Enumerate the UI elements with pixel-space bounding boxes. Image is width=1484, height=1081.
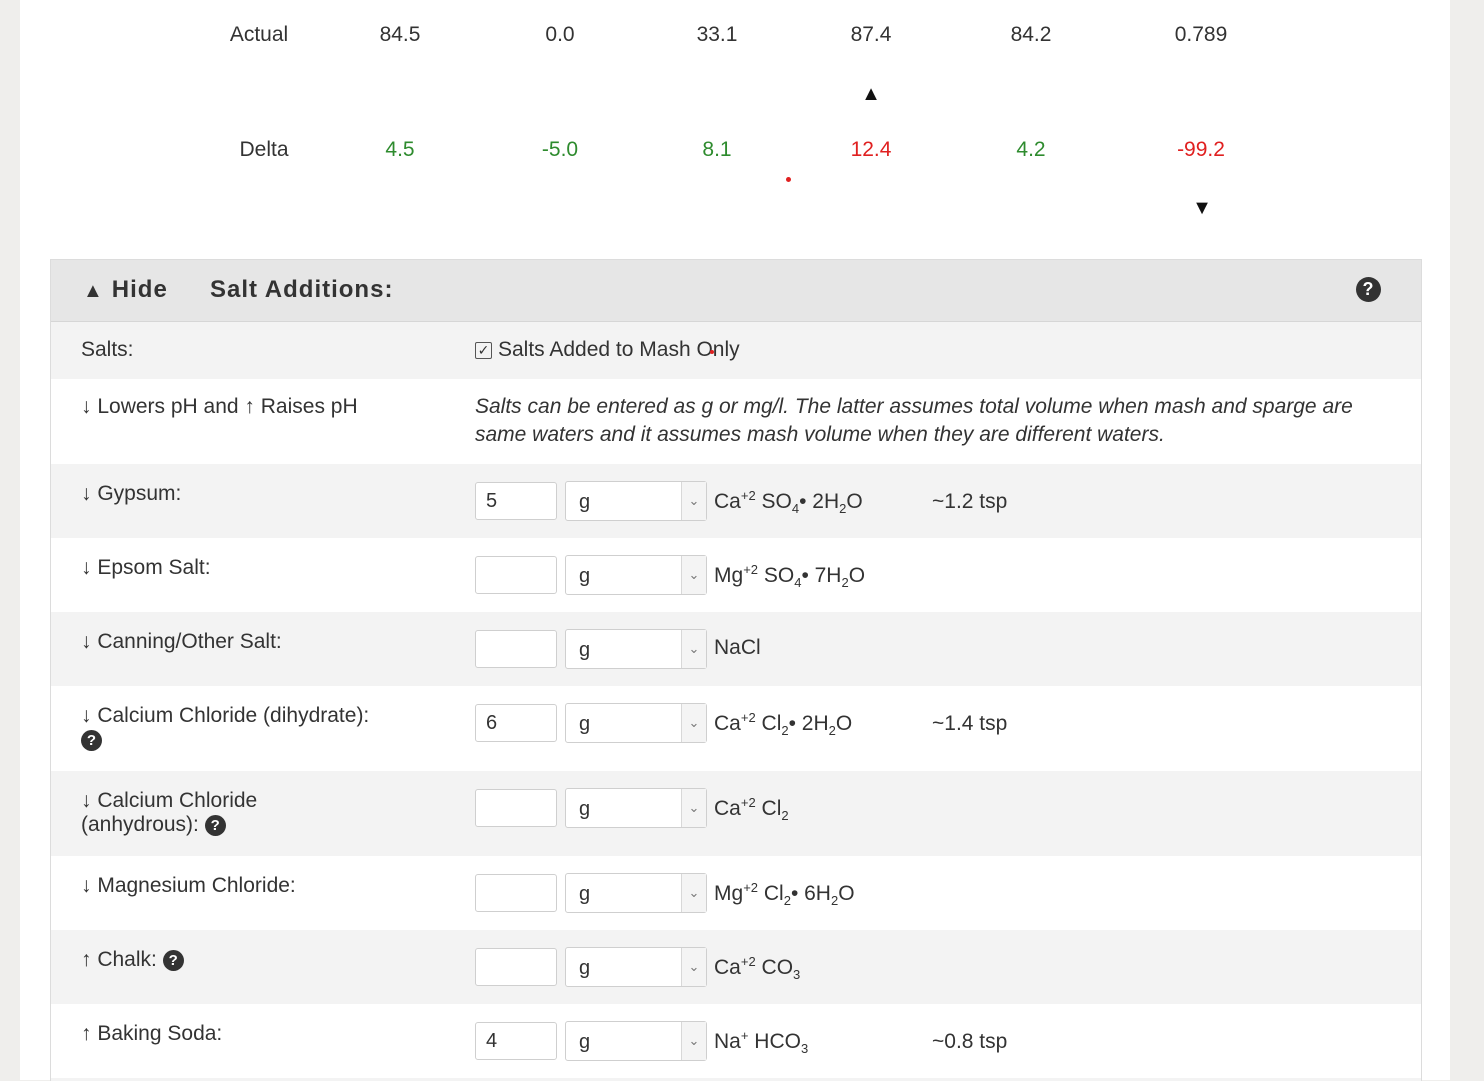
warning-dot-icon [710,350,714,354]
mgcl2-formula: Mg+2 Cl2• 6H2O [714,880,855,909]
actual-label: Actual [229,23,289,46]
chevron-down-icon: ⌄ [681,704,706,742]
gypsum-unit-select[interactable]: g ⌄ [565,481,707,521]
actual-value: 84.5 [379,23,421,46]
page-content: Actual 84.5 0.0 33.1 87.4 84.2 0.789 ▲ D… [20,0,1450,1081]
salt-name: ↓ Calcium Chloride (anhydrous): ? [81,789,258,836]
legend-row: ↓ Lowers pH and ↑ Raises pH Salts can be… [51,379,1421,464]
cacl2-anhydrous-formula: Ca+2 Cl2 [714,795,789,824]
baking-soda-amount-input[interactable]: 4 [475,1022,557,1060]
chevron-down-icon: ⌄ [681,948,706,986]
baking-soda-unit-select[interactable]: g ⌄ [565,1021,707,1061]
chalk-formula: Ca+2 CO3 [714,954,801,983]
epsom-unit-select[interactable]: g ⌄ [565,555,707,595]
delta-value: 4.2 [1016,138,1046,161]
help-icon[interactable]: ? [204,815,226,836]
delta-row: Delta 4.5 -5.0 8.1 12.4 4.2 -99.2 [20,138,1450,168]
actual-value: 87.4 [850,23,892,46]
salt-name: ↓ Gypsum: [81,482,182,505]
unit-value: g [579,491,591,513]
canning-formula: NaCl [714,636,761,659]
delta-value: 4.5 [385,138,415,161]
salt-name: ↓ Calcium Chloride (dihydrate):? [81,704,370,751]
mash-only-checkbox[interactable]: ✓ Salts Added to Mash Only [475,338,740,362]
canning-amount-input[interactable] [475,630,557,668]
salt-additions-panel: ▲ Hide Salt Additions: ? Salts: ✓ Salts Ad… [50,259,1422,1081]
chalk-amount-input[interactable] [475,948,557,986]
salt-row-chalk: ↑ Chalk: ? g ⌄ Ca+2 CO3 [51,930,1421,1004]
salt-name: ↓ Canning/Other Salt: [81,630,282,653]
mgcl2-unit-select[interactable]: g ⌄ [565,873,707,913]
collapse-triangle-icon: ▲ [83,280,104,302]
salts-row: Salts: ✓ Salts Added to Mash Only [51,322,1421,379]
delta-value: 12.4 [850,138,892,161]
unit-value: g [579,1031,591,1053]
actual-value: 0.0 [545,23,575,46]
delta-value: 8.1 [702,138,732,161]
unit-value: g [579,957,591,979]
baking-soda-tsp: ~0.8 tsp [932,1030,1008,1053]
chevron-down-icon: ⌄ [681,556,706,594]
salt-row-cacl2-dihydrate: ↓ Calcium Chloride (dihydrate):? 6 g ⌄ Ca… [51,686,1421,771]
chevron-down-icon: ⌄ [681,630,706,668]
actual-value: 33.1 [696,23,738,46]
mash-only-label: Salts Added to Mash Only [498,338,740,361]
panel-header: ▲ Hide Salt Additions: ? [51,260,1421,322]
unit-value: g [579,883,591,905]
cacl2-anhydrous-unit-select[interactable]: g ⌄ [565,788,707,828]
actual-value: 0.789 [1174,23,1228,46]
delta-label: Delta [239,138,289,161]
canning-unit-select[interactable]: g ⌄ [565,629,707,669]
hide-label: Hide [111,276,168,303]
salt-row-epsom: ↓ Epsom Salt: g ⌄ Mg+2 SO4• 7H2O [51,538,1421,612]
actual-row: Actual 84.5 0.0 33.1 87.4 84.2 0.789 [20,23,1450,53]
gypsum-tsp: ~1.2 tsp [932,490,1008,513]
low-indicator-icon: ▼ [1192,197,1212,219]
warning-dot-icon [786,177,791,182]
salt-row-mgcl2: ↓ Magnesium Chloride: g ⌄ Mg+2 Cl2• 6H2O [51,856,1421,930]
salt-row-cacl2-anhydrous: ↓ Calcium Chloride (anhydrous): ? g ⌄ Ca+2… [51,771,1421,856]
unit-value: g [579,798,591,820]
salt-name: ↓ Magnesium Chloride: [81,874,296,897]
salts-label: Salts: [81,338,134,361]
cacl2-dihydrate-tsp: ~1.4 tsp [932,712,1008,735]
salt-name: ↑ Chalk: ? [81,948,184,972]
delta-value: -5.0 [541,138,579,161]
help-icon[interactable]: ? [162,950,184,971]
chevron-down-icon: ⌄ [681,789,706,827]
salt-row-gypsum: ↓ Gypsum: 5 g ⌄ Ca+2 SO4• 2H2O ~1.2 tsp [51,464,1421,538]
actual-value: 84.2 [1010,23,1052,46]
salt-row-baking-soda: ↑ Baking Soda: 4 g ⌄ Na+ HCO3 ~0.8 tsp [51,1004,1421,1078]
epsom-amount-input[interactable] [475,556,557,594]
gypsum-formula: Ca+2 SO4• 2H2O [714,488,863,517]
cacl2-anhydrous-amount-input[interactable] [475,789,557,827]
units-note: Salts can be entered as g or mg/l. The l… [475,395,1353,446]
epsom-formula: Mg+2 SO4• 7H2O [714,562,866,591]
legend-label: ↓ Lowers pH and ↑ Raises pH [81,395,358,418]
chalk-unit-select[interactable]: g ⌄ [565,947,707,987]
high-indicator-icon: ▲ [861,83,881,105]
gypsum-amount-input[interactable]: 5 [475,482,557,520]
salt-row-canning: ↓ Canning/Other Salt: g ⌄ NaCl [51,612,1421,686]
salt-name: ↑ Baking Soda: [81,1022,223,1045]
mgcl2-amount-input[interactable] [475,874,557,912]
panel-title: Salt Additions: [210,276,394,303]
chevron-down-icon: ⌄ [681,1022,706,1060]
unit-value: g [579,639,591,661]
help-icon[interactable]: ? [1356,277,1381,302]
chevron-down-icon: ⌄ [681,874,706,912]
unit-value: g [579,565,591,587]
delta-value: -99.2 [1177,138,1225,161]
unit-value: g [579,713,591,735]
chevron-down-icon: ⌄ [681,482,706,520]
help-icon[interactable]: ? [81,730,102,751]
checkbox-checked-icon: ✓ [475,342,492,359]
baking-soda-formula: Na+ HCO3 [714,1028,809,1057]
hide-toggle-button[interactable]: ▲ Hide [83,276,168,304]
cacl2-dihydrate-formula: Ca+2 Cl2• 2H2O [714,710,853,739]
cacl2-dihydrate-unit-select[interactable]: g ⌄ [565,703,707,743]
salt-name: ↓ Epsom Salt: [81,556,211,579]
cacl2-dihydrate-amount-input[interactable]: 6 [475,704,557,742]
